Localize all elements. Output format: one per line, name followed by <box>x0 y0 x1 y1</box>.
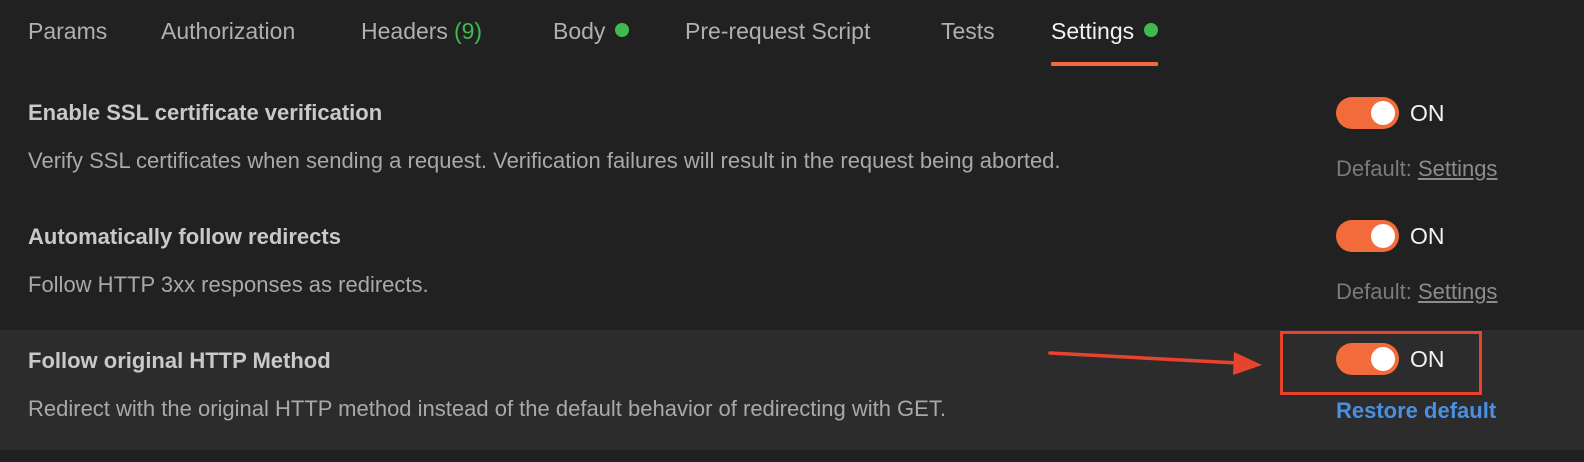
setting-title: Enable SSL certificate verification <box>28 100 383 125</box>
default-indicator: Default: Settings <box>1336 279 1497 305</box>
toggle-state-label: ON <box>1410 100 1445 126</box>
default-indicator: Default: Settings <box>1336 156 1497 182</box>
tab-params[interactable]: Params <box>28 0 107 66</box>
toggle-state-label: ON <box>1410 223 1445 249</box>
green-dot-icon <box>1144 23 1159 37</box>
follow-redirects-toggle[interactable] <box>1336 220 1399 252</box>
setting-row-follow-redirects: Automatically follow redirects Follow HT… <box>0 190 1584 330</box>
default-settings-link[interactable]: Settings <box>1418 156 1498 181</box>
tab-label: Authorization <box>161 18 296 44</box>
request-tabs: Params Authorization Headers (9) Body Pre… <box>0 0 1584 66</box>
setting-description: Verify SSL certificates when sending a r… <box>28 148 1061 173</box>
tab-pre-request-script[interactable]: Pre-request Script <box>685 0 870 66</box>
tab-label: Body <box>553 18 606 44</box>
tab-settings[interactable]: Settings <box>1051 0 1159 66</box>
setting-description: Follow HTTP 3xx responses as redirects. <box>28 272 429 297</box>
toggle-knob <box>1371 224 1395 248</box>
tab-label: Tests <box>941 18 995 44</box>
default-prefix: Default: <box>1336 279 1418 304</box>
annotation-highlight-box <box>1280 331 1482 395</box>
tab-tests[interactable]: Tests <box>941 0 995 66</box>
setting-row-ssl-verification: Enable SSL certificate verification Veri… <box>0 66 1584 190</box>
tab-label: Params <box>28 18 108 44</box>
tab-label: Headers <box>361 18 448 44</box>
tab-headers[interactable]: Headers (9) <box>361 0 482 66</box>
toggle-knob <box>1371 101 1395 125</box>
ssl-verification-toggle[interactable] <box>1336 97 1399 129</box>
tab-body[interactable]: Body <box>553 0 630 66</box>
setting-description: Redirect with the original HTTP method i… <box>28 396 946 421</box>
tab-label: Pre-request Script <box>685 18 871 44</box>
tab-authorization[interactable]: Authorization <box>161 0 295 66</box>
setting-title: Follow original HTTP Method <box>28 348 331 373</box>
headers-count-badge: (9) <box>453 18 483 44</box>
default-settings-link[interactable]: Settings <box>1418 279 1498 304</box>
green-dot-icon <box>615 23 630 37</box>
restore-default-link[interactable]: Restore default <box>1336 398 1496 424</box>
setting-title: Automatically follow redirects <box>28 224 341 249</box>
default-prefix: Default: <box>1336 156 1418 181</box>
tab-label: Settings <box>1051 18 1135 44</box>
